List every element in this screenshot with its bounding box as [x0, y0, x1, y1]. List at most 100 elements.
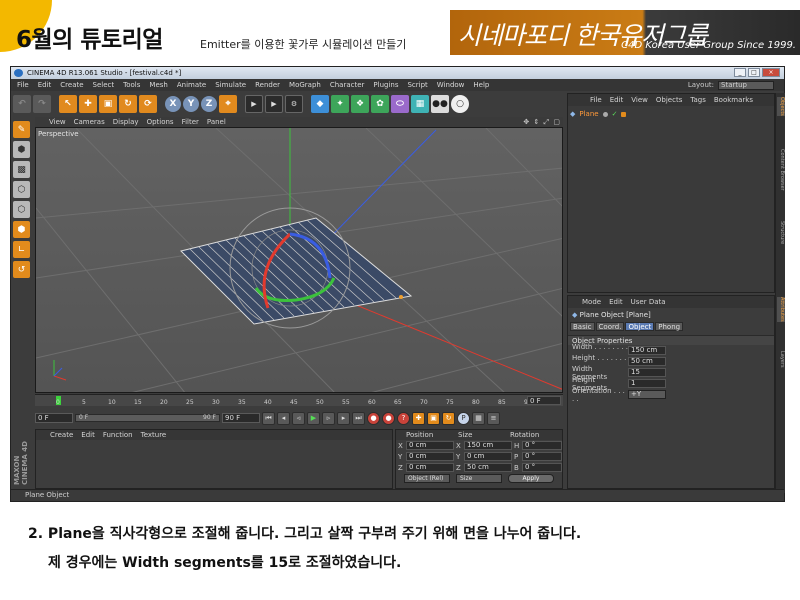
obj-menu-bookmarks[interactable]: Bookmarks	[714, 94, 753, 106]
timeline-ruler[interactable]: 0 5 10 15 20 25 30 35 40 45 50 55 60 65 …	[35, 394, 563, 406]
coord-size-dropdown[interactable]: Size	[456, 474, 502, 483]
minimize-button[interactable]: _	[734, 68, 746, 77]
menu-plugins[interactable]: Plugins	[373, 79, 398, 91]
layout-dropdown[interactable]: Startup	[718, 80, 774, 90]
menu-animate[interactable]: Animate	[177, 79, 206, 91]
play-icon[interactable]: ▶	[307, 411, 320, 425]
obj-menu-tags[interactable]: Tags	[690, 94, 706, 106]
menu-mesh[interactable]: Mesh	[149, 79, 167, 91]
rotation-key-icon[interactable]: ↻	[442, 411, 455, 425]
object-name[interactable]: Plane	[579, 110, 598, 118]
record-icon[interactable]: ●	[367, 411, 380, 425]
enabled-check-icon[interactable]: ✓	[612, 110, 618, 118]
side-tab-attributes[interactable]: Attributes	[777, 297, 785, 322]
menu-script[interactable]: Script	[407, 79, 427, 91]
position-z-field[interactable]: 0 cm	[406, 463, 454, 472]
window-titlebar[interactable]: CINEMA 4D R13.061 Studio - [festival.c4d…	[11, 67, 784, 79]
rotation-h-field[interactable]: 0 °	[522, 441, 562, 450]
x-axis-lock-icon[interactable]: X	[165, 96, 181, 112]
tab-basic[interactable]: Basic	[570, 322, 595, 331]
menu-help[interactable]: Help	[473, 79, 489, 91]
subdivision-icon[interactable]: ❖	[351, 95, 369, 113]
vp-menu-filter[interactable]: Filter	[182, 117, 199, 127]
attr-menu-mode[interactable]: Mode	[582, 296, 601, 308]
size-x-field[interactable]: 150 cm	[464, 441, 512, 450]
perspective-viewport[interactable]: Perspective	[35, 127, 563, 393]
tag-icon[interactable]	[621, 111, 627, 117]
preview-range-slider[interactable]: 0 F 90 F	[75, 414, 220, 422]
render-settings-icon[interactable]: ⚙	[285, 95, 303, 113]
menu-simulate[interactable]: Simulate	[215, 79, 246, 91]
live-selection-icon[interactable]: ↖	[59, 95, 77, 113]
obj-menu-file[interactable]: File	[590, 94, 602, 106]
timeline-settings-icon[interactable]: ≡	[487, 411, 500, 425]
redo-icon[interactable]: ↷	[33, 95, 51, 113]
pla-key-icon[interactable]: ▦	[472, 411, 485, 425]
move-icon[interactable]: ✚	[79, 95, 97, 113]
menu-file[interactable]: File	[17, 79, 29, 91]
deformer-icon[interactable]: ⬭	[391, 95, 409, 113]
render-view-icon[interactable]: ▶	[245, 95, 263, 113]
rotation-p-field[interactable]: 0 °	[522, 452, 562, 461]
light-icon[interactable]: ○	[451, 95, 469, 113]
menu-mograph[interactable]: MoGraph	[289, 79, 321, 91]
orientation-dropdown[interactable]: +Y	[628, 390, 666, 399]
vp-menu-panel[interactable]: Panel	[207, 117, 226, 127]
coord-mode-dropdown[interactable]: Object (Rel)	[404, 474, 450, 483]
previous-key-icon[interactable]: ◂	[277, 411, 290, 425]
rotate-icon[interactable]: ↻	[119, 95, 137, 113]
y-axis-lock-icon[interactable]: Y	[183, 96, 199, 112]
scale-icon[interactable]: ▣	[99, 95, 117, 113]
rotation-b-field[interactable]: 0 °	[522, 463, 562, 472]
array-icon[interactable]: ✿	[371, 95, 389, 113]
maximize-button[interactable]: □	[748, 68, 760, 77]
mat-menu-edit[interactable]: Edit	[81, 430, 95, 440]
menu-window[interactable]: Window	[437, 79, 465, 91]
current-frame-field[interactable]: 0 F	[527, 396, 561, 405]
go-to-end-icon[interactable]: ⏭	[352, 411, 365, 425]
mat-menu-texture[interactable]: Texture	[141, 430, 167, 440]
end-frame-field[interactable]: 90 F	[222, 413, 260, 423]
obj-menu-view[interactable]: View	[631, 94, 648, 106]
cube-object-icon[interactable]: ◆	[311, 95, 329, 113]
polygons-mode-icon[interactable]: ⬢	[13, 221, 30, 238]
workplane-icon[interactable]: ∟	[13, 241, 30, 258]
generator-icon[interactable]: ✦	[331, 95, 349, 113]
side-tab-layers[interactable]: Layers	[777, 351, 785, 368]
render-picture-viewer-icon[interactable]: ▶	[265, 95, 283, 113]
position-x-field[interactable]: 0 cm	[406, 441, 454, 450]
size-y-field[interactable]: 0 cm	[464, 452, 512, 461]
mat-menu-create[interactable]: Create	[50, 430, 73, 440]
autokey-icon[interactable]: ●	[382, 411, 395, 425]
attr-menu-edit[interactable]: Edit	[609, 296, 623, 308]
make-editable-icon[interactable]: ✎	[13, 121, 30, 138]
points-mode-icon[interactable]: ⬡	[13, 181, 30, 198]
object-row-plane[interactable]: ◆ Plane ✓	[570, 110, 627, 118]
menu-character[interactable]: Character	[330, 79, 365, 91]
scale-key-icon[interactable]: ▣	[427, 411, 440, 425]
menu-edit[interactable]: Edit	[38, 79, 52, 91]
apply-button[interactable]: Apply	[508, 474, 554, 483]
model-mode-icon[interactable]: ⬢	[13, 141, 30, 158]
position-y-field[interactable]: 0 cm	[406, 452, 454, 461]
side-tab-objects[interactable]: Objects	[777, 97, 785, 116]
vp-menu-options[interactable]: Options	[147, 117, 174, 127]
go-to-start-icon[interactable]: ⏮	[262, 411, 275, 425]
start-frame-field[interactable]: 0 F	[35, 413, 73, 423]
menu-tools[interactable]: Tools	[123, 79, 140, 91]
height-field[interactable]: 50 cm	[628, 357, 666, 366]
camera-icon[interactable]: ●●	[431, 95, 449, 113]
parameter-key-icon[interactable]: P	[457, 411, 470, 425]
menu-select[interactable]: Select	[93, 79, 115, 91]
menu-render[interactable]: Render	[255, 79, 280, 91]
vp-menu-display[interactable]: Display	[113, 117, 139, 127]
mat-menu-function[interactable]: Function	[103, 430, 133, 440]
recent-tool-icon[interactable]: ⟳	[139, 95, 157, 113]
undo-icon[interactable]: ↶	[13, 95, 31, 113]
next-frame-icon[interactable]: ▹	[322, 411, 335, 425]
obj-menu-edit[interactable]: Edit	[610, 94, 624, 106]
z-axis-lock-icon[interactable]: Z	[201, 96, 217, 112]
tab-phong[interactable]: Phong	[655, 322, 684, 331]
keyframe-selection-icon[interactable]: ?	[397, 411, 410, 425]
attr-menu-user-data[interactable]: User Data	[631, 296, 666, 308]
